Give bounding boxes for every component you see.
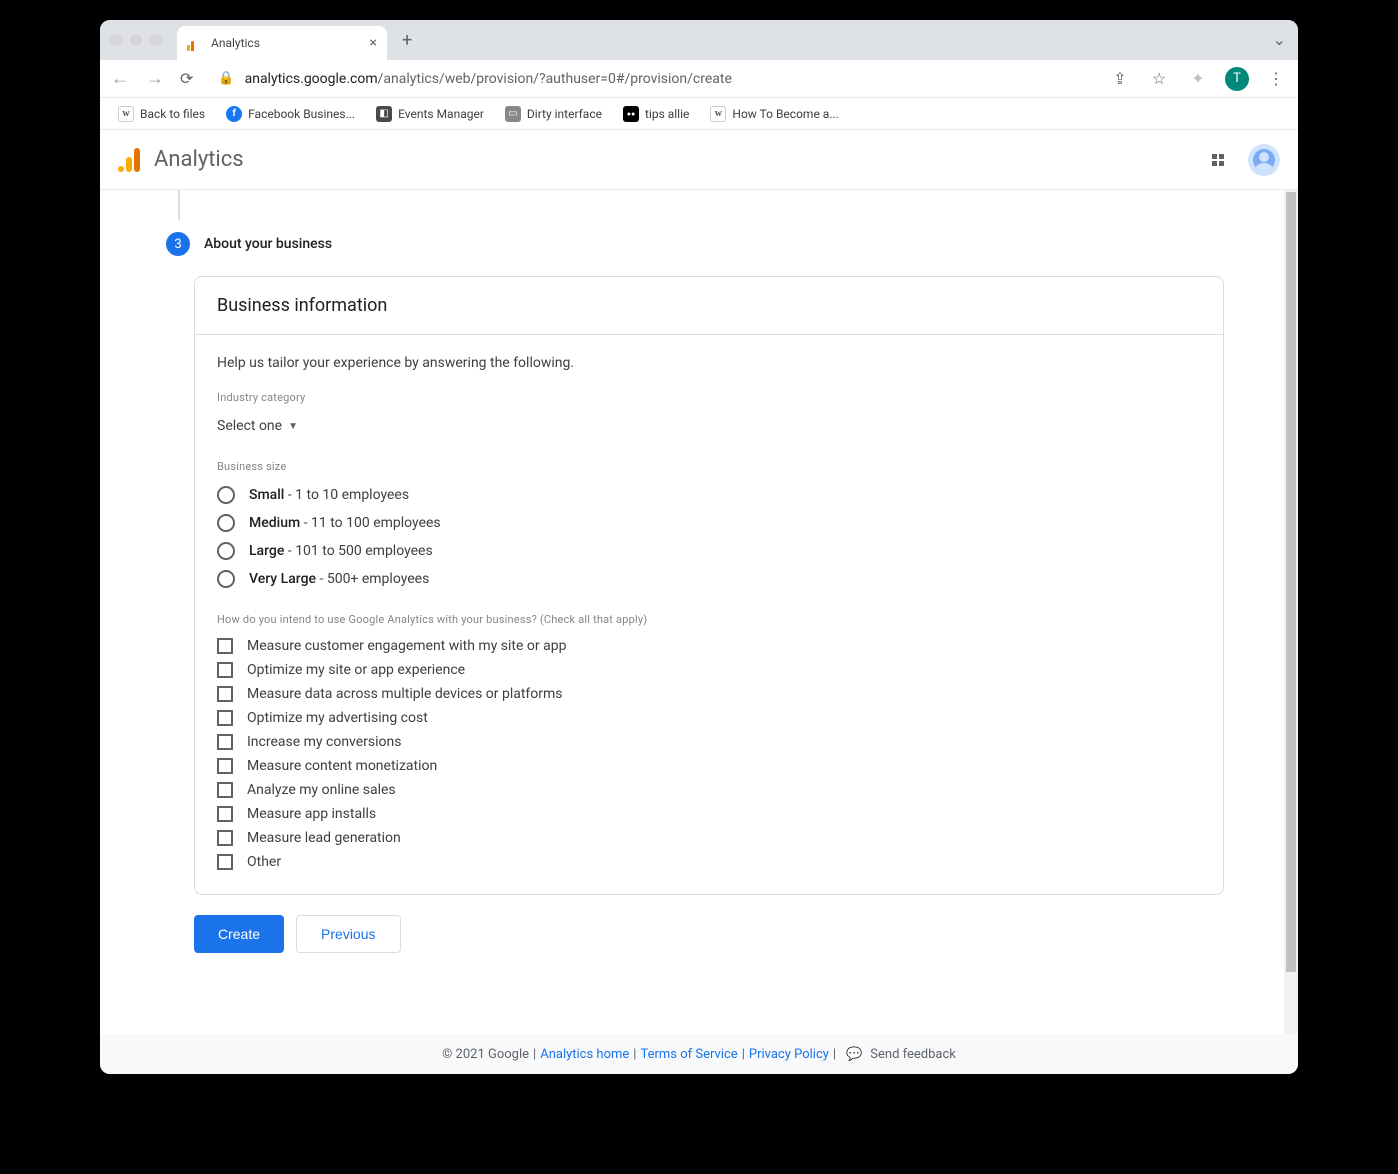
checkbox-intent[interactable]: Optimize my site or app experience — [217, 658, 1201, 682]
traffic-lights — [110, 34, 162, 46]
close-tab-icon[interactable]: × — [370, 35, 377, 51]
bookmark-dirty-interface[interactable]: ▭ Dirty interface — [497, 102, 610, 126]
checkbox-intent[interactable]: Measure content monetization — [217, 754, 1201, 778]
footer-privacy-link[interactable]: Privacy Policy — [749, 1047, 829, 1062]
bookmark-icon: ●● — [623, 106, 639, 122]
previous-button[interactable]: Previous — [296, 915, 400, 953]
checkbox-icon — [217, 830, 233, 846]
checkbox-icon — [217, 854, 233, 870]
checkbox-intent[interactable]: Measure app installs — [217, 802, 1201, 826]
card-lead-text: Help us tailor your experience by answer… — [217, 355, 1201, 371]
address-bar: ← → ⟳ 🔒 analytics.google.com/analytics/w… — [100, 60, 1298, 98]
google-apps-icon[interactable] — [1212, 154, 1224, 166]
checkbox-intent[interactable]: Other — [217, 850, 1201, 874]
chevron-down-icon: ▼ — [288, 421, 298, 432]
checkbox-icon — [217, 758, 233, 774]
checkbox-icon — [217, 638, 233, 654]
business-info-card: Business information Help us tailor your… — [194, 276, 1224, 895]
scrollbar-thumb[interactable] — [1286, 192, 1296, 972]
scrollbar[interactable] — [1284, 190, 1298, 1034]
checkbox-icon — [217, 710, 233, 726]
radio-icon — [217, 486, 235, 504]
radio-size-very-large[interactable]: Very Large - 500+ employees — [217, 565, 1201, 593]
facebook-icon: f — [226, 106, 242, 122]
radio-size-large[interactable]: Large - 101 to 500 employees — [217, 537, 1201, 565]
bookmark-star-icon[interactable]: ☆ — [1147, 69, 1171, 88]
bookmark-how-to-become[interactable]: w How To Become a... — [702, 102, 846, 126]
footer: © 2021 Google | Analytics home | Terms o… — [100, 1034, 1298, 1074]
radio-size-small[interactable]: Small - 1 to 10 employees — [217, 481, 1201, 509]
tab-bar: Analytics × + ⌄ — [100, 20, 1298, 60]
bookmarks-bar: w Back to files f Facebook Busines... ◧ … — [100, 98, 1298, 130]
checkbox-icon — [217, 686, 233, 702]
radio-size-medium[interactable]: Medium - 11 to 100 employees — [217, 509, 1201, 537]
create-button[interactable]: Create — [194, 915, 284, 953]
main-content: 3 About your business Business informati… — [100, 190, 1298, 1034]
url-bar[interactable]: 🔒 analytics.google.com/analytics/web/pro… — [208, 65, 1093, 93]
industry-category-label: Industry category — [217, 391, 1201, 404]
close-window-button[interactable] — [110, 34, 122, 46]
checkbox-icon — [217, 806, 233, 822]
browser-window: Analytics × + ⌄ ← → ⟳ 🔒 analytics.google… — [100, 20, 1298, 1074]
footer-terms-link[interactable]: Terms of Service — [640, 1047, 737, 1062]
checkbox-intent[interactable]: Measure lead generation — [217, 826, 1201, 850]
chrome-menu-icon[interactable]: ⋮ — [1264, 69, 1288, 88]
app-header: Analytics — [100, 130, 1298, 190]
bookmark-tips-allie[interactable]: ●● tips allie — [615, 102, 697, 126]
button-row: Create Previous — [194, 915, 1268, 953]
step-connector — [178, 190, 180, 220]
footer-copyright: © 2021 Google — [442, 1047, 529, 1062]
analytics-favicon-icon — [187, 35, 203, 51]
share-icon[interactable]: ⇪ — [1108, 69, 1132, 88]
radio-icon — [217, 514, 235, 532]
checkbox-icon — [217, 782, 233, 798]
feedback-icon: 💬 — [846, 1047, 862, 1062]
analytics-logo-icon — [118, 148, 140, 172]
bookmark-facebook-business[interactable]: f Facebook Busines... — [218, 102, 363, 126]
footer-analytics-home-link[interactable]: Analytics home — [540, 1047, 629, 1062]
industry-category-dropdown[interactable]: Select one ▼ — [217, 412, 298, 440]
browser-tab[interactable]: Analytics × — [177, 26, 387, 60]
app-title: Analytics — [154, 147, 244, 172]
bookmark-icon: w — [710, 106, 726, 122]
intent-group: Measure customer engagement with my site… — [217, 634, 1201, 874]
url-text: analytics.google.com/analytics/web/provi… — [245, 71, 732, 87]
step-label: About your business — [204, 236, 332, 252]
tab-title: Analytics — [211, 36, 362, 50]
checkbox-icon — [217, 662, 233, 678]
minimize-window-button[interactable] — [130, 34, 142, 46]
footer-send-feedback[interactable]: Send feedback — [870, 1047, 956, 1062]
new-tab-button[interactable]: + — [402, 30, 412, 51]
back-button[interactable]: ← — [110, 68, 130, 89]
checkbox-intent[interactable]: Increase my conversions — [217, 730, 1201, 754]
bookmark-icon: w — [118, 106, 134, 122]
folder-icon: ▭ — [505, 106, 521, 122]
user-avatar[interactable] — [1248, 144, 1280, 176]
checkbox-intent[interactable]: Measure data across multiple devices or … — [217, 682, 1201, 706]
lock-icon: 🔒 — [218, 71, 234, 86]
card-title: Business information — [195, 277, 1223, 335]
checkbox-intent[interactable]: Optimize my advertising cost — [217, 706, 1201, 730]
radio-icon — [217, 542, 235, 560]
checkbox-intent[interactable]: Analyze my online sales — [217, 778, 1201, 802]
intent-label: How do you intend to use Google Analytic… — [217, 613, 1201, 626]
business-size-group: Small - 1 to 10 employees Medium - 11 to… — [217, 481, 1201, 593]
bookmark-back-to-files[interactable]: w Back to files — [110, 102, 213, 126]
tabs-dropdown-icon[interactable]: ⌄ — [1273, 30, 1286, 49]
checkbox-intent[interactable]: Measure customer engagement with my site… — [217, 634, 1201, 658]
radio-icon — [217, 570, 235, 588]
business-size-label: Business size — [217, 460, 1201, 473]
bookmark-events-manager[interactable]: ◧ Events Manager — [368, 102, 492, 126]
maximize-window-button[interactable] — [150, 34, 162, 46]
extensions-icon[interactable]: ✦ — [1186, 69, 1210, 88]
step-header: 3 About your business — [166, 232, 1268, 256]
bookmark-icon: ◧ — [376, 106, 392, 122]
checkbox-icon — [217, 734, 233, 750]
reload-button[interactable]: ⟳ — [180, 69, 193, 88]
chrome-profile-badge[interactable]: T — [1225, 67, 1249, 91]
step-number-badge: 3 — [166, 232, 190, 256]
forward-button[interactable]: → — [145, 68, 165, 89]
